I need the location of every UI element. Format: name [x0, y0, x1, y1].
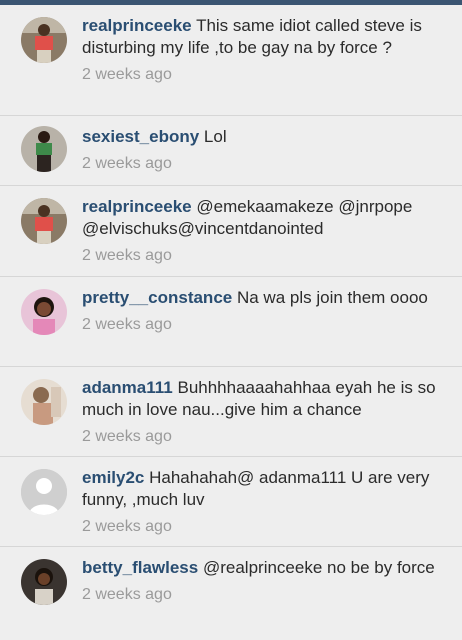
username-link[interactable]: betty_flawless [82, 558, 198, 577]
timestamp: 2 weeks ago [82, 316, 172, 333]
timestamp: 2 weeks ago [82, 155, 172, 172]
username-link[interactable]: pretty__constance [82, 288, 232, 307]
timestamp: 2 weeks ago [82, 247, 172, 264]
comment-item: pretty__constance Na wa pls join them oo… [0, 277, 462, 367]
comment-item: adanma111 Buhhhhaaaahahhaa eyah he is so… [0, 367, 462, 457]
default-avatar-icon[interactable] [21, 469, 67, 515]
comment-text: emily2c Hahahahah@ adanma111 U are very … [82, 467, 450, 511]
username-link[interactable]: realprinceeke [82, 16, 192, 35]
username-link[interactable]: emily2c [82, 468, 144, 487]
timestamp: 2 weeks ago [82, 66, 172, 83]
comment-item: realprinceeke This same idiot called ste… [0, 5, 462, 116]
avatar[interactable] [21, 17, 67, 63]
comment-list: realprinceeke This same idiot called ste… [0, 5, 462, 640]
timestamp: 2 weeks ago [82, 518, 172, 535]
comment-text: adanma111 Buhhhhaaaahahhaa eyah he is so… [82, 377, 450, 421]
comment-text: realprinceeke @emekaamakeze @jnrpope @el… [82, 196, 450, 240]
avatar[interactable] [21, 559, 67, 605]
username-link[interactable]: sexiest_ebony [82, 127, 199, 146]
comment-text: pretty__constance Na wa pls join them oo… [82, 287, 450, 309]
comment-item: betty_flawless @realprinceeke no be by f… [0, 547, 462, 640]
comment-item: sexiest_ebony Lol 2 weeks ago [0, 116, 462, 186]
comment-text: betty_flawless @realprinceeke no be by f… [82, 557, 450, 579]
avatar[interactable] [21, 289, 67, 335]
avatar[interactable] [21, 198, 67, 244]
username-link[interactable]: realprinceeke [82, 197, 192, 216]
timestamp: 2 weeks ago [82, 428, 172, 445]
comment-text: sexiest_ebony Lol [82, 126, 450, 148]
comment-item: emily2c Hahahahah@ adanma111 U are very … [0, 457, 462, 547]
avatar[interactable] [21, 379, 67, 425]
comment-text: realprinceeke This same idiot called ste… [82, 15, 450, 59]
timestamp: 2 weeks ago [82, 586, 172, 603]
comment-message: @realprinceeke no be by force [202, 558, 435, 577]
comment-item: realprinceeke @emekaamakeze @jnrpope @el… [0, 186, 462, 277]
comment-message: Lol [203, 127, 227, 146]
username-link[interactable]: adanma111 [82, 378, 173, 397]
avatar[interactable] [21, 126, 67, 172]
comment-message: Na wa pls join them oooo [236, 288, 428, 307]
